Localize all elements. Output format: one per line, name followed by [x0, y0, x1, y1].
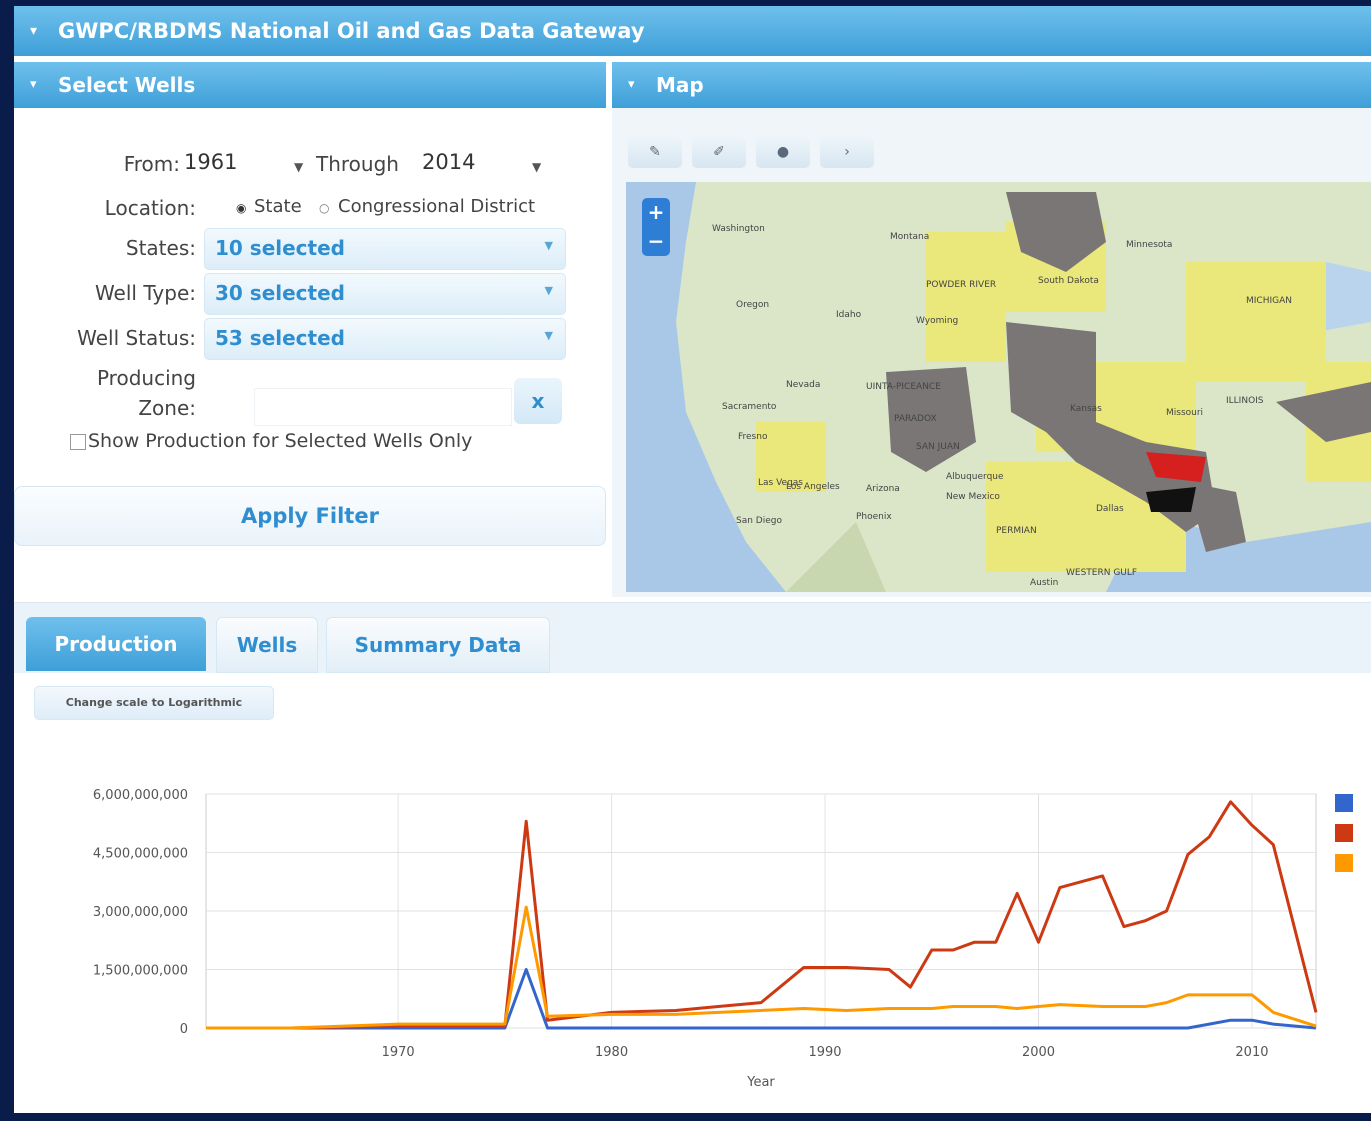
x-tick-label: 2000	[1022, 1045, 1055, 1060]
producing-zone-label: Producing	[96, 366, 196, 390]
select-wells-title: Select Wells	[58, 73, 196, 97]
map-label: Montana	[890, 232, 930, 242]
state-radio[interactable]: ◉	[236, 201, 246, 215]
from-label: From:	[123, 152, 180, 176]
map-label: PARADOX	[894, 414, 937, 424]
well-type-label: Well Type:	[94, 281, 196, 305]
x-tick-label: 1990	[808, 1045, 841, 1060]
state-radio-label: State	[254, 196, 302, 217]
map-canvas[interactable]: Washington Montana POWDER RIVER South Da…	[626, 182, 1371, 592]
map-label: Fresno	[738, 432, 768, 442]
map-title: Map	[656, 73, 704, 97]
arrow-icon[interactable]: ›	[820, 136, 874, 168]
results-tabs: Production Wells Summary Data	[14, 602, 1371, 673]
well-status-value: 53 selected	[215, 326, 345, 350]
producing-zone-label-2: Zone:	[138, 396, 196, 420]
map-label: Missouri	[1166, 408, 1204, 418]
map-label: POWDER RIVER	[926, 280, 997, 290]
app-titlebar[interactable]: ▾ GWPC/RBDMS National Oil and Gas Data G…	[14, 6, 1371, 56]
collapse-chevron-icon[interactable]: ▾	[30, 62, 37, 108]
y-tick-label: 6,000,000,000	[93, 788, 188, 803]
app-window: ▾ GWPC/RBDMS National Oil and Gas Data G…	[14, 6, 1371, 1113]
through-dropdown-icon[interactable]: ▼	[532, 160, 541, 174]
tab-wells[interactable]: Wells	[216, 617, 318, 673]
collapse-chevron-icon[interactable]: ▾	[628, 62, 635, 108]
map-label: Phoenix	[856, 512, 892, 522]
district-radio[interactable]: ○	[319, 201, 329, 215]
map-panel: ▾ Map ✎ ✐ ● › Washington Montana POWDER …	[612, 62, 1371, 597]
map-label: Wyoming	[916, 316, 959, 326]
map-label: MICHIGAN	[1246, 296, 1292, 306]
x-tick-label: 2010	[1235, 1045, 1268, 1060]
from-dropdown-icon[interactable]: ▼	[294, 160, 303, 174]
chevron-down-icon: ▼	[544, 239, 553, 252]
select-wells-panel: ▾ Select Wells From: 1961 ▼ Through 2014…	[14, 62, 606, 597]
map-label: Albuquerque	[946, 472, 1004, 482]
map-label: ILLINOIS	[1226, 396, 1264, 406]
select-wells-header[interactable]: ▾ Select Wells	[14, 62, 606, 108]
apply-filter-button[interactable]: Apply Filter	[14, 486, 606, 546]
dot-icon[interactable]: ●	[756, 136, 810, 168]
map-label: Austin	[1030, 578, 1059, 588]
y-tick-label: 1,500,000,000	[93, 964, 188, 979]
legend-swatch	[1335, 794, 1353, 812]
x-tick-label: 1980	[595, 1045, 628, 1060]
production-chart: 0 1,500,000,000 3,000,000,000 4,500,000,000…	[14, 736, 1371, 1113]
app-title: GWPC/RBDMS National Oil and Gas Data Gat…	[58, 19, 645, 43]
map-label: Oregon	[736, 300, 770, 310]
y-tick-label: 3,000,000,000	[93, 905, 188, 920]
map-label: Dallas	[1096, 504, 1124, 514]
map-label: Los Angeles	[786, 482, 840, 492]
map-label: Kansas	[1070, 404, 1102, 414]
map-label: Sacramento	[722, 402, 777, 412]
map-label: San Diego	[736, 516, 782, 526]
states-multiselect[interactable]: 10 selected ▼	[204, 228, 566, 270]
tab-summary-data[interactable]: Summary Data	[326, 617, 550, 673]
map-label: New Mexico	[946, 492, 1000, 502]
through-label: Through	[316, 152, 399, 176]
states-label: States:	[125, 236, 196, 260]
chevron-down-icon: ▼	[544, 284, 553, 297]
well-type-value: 30 selected	[215, 281, 345, 305]
map-label: Washington	[712, 224, 765, 234]
map-label: PERMIAN	[996, 526, 1037, 536]
map-label: WESTERN GULF	[1066, 568, 1138, 578]
pencil-icon[interactable]: ✐	[692, 136, 746, 168]
district-radio-label: Congressional District	[338, 196, 536, 217]
wrench-icon[interactable]: ✎	[628, 136, 682, 168]
map-label: Minnesota	[1126, 240, 1173, 250]
well-status-label: Well Status:	[77, 326, 196, 350]
from-select[interactable]: 1961	[184, 150, 237, 174]
well-type-multiselect[interactable]: 30 selected ▼	[204, 273, 566, 315]
well-status-multiselect[interactable]: 53 selected ▼	[204, 318, 566, 360]
states-value: 10 selected	[215, 236, 345, 260]
map-label: South Dakota	[1038, 276, 1099, 286]
map-label: SAN JUAN	[916, 442, 960, 452]
legend-swatch	[1335, 854, 1353, 872]
map-header[interactable]: ▾ Map	[612, 62, 1371, 108]
production-chart-svg: 0 1,500,000,000 3,000,000,000 4,500,000,000…	[93, 788, 1353, 1090]
x-axis-title: Year	[746, 1075, 775, 1090]
x-tick-label: 1970	[382, 1045, 415, 1060]
collapse-chevron-icon[interactable]: ▾	[30, 6, 37, 56]
map-label: Idaho	[836, 310, 862, 320]
map-label: Nevada	[786, 380, 821, 390]
zoom-out-button[interactable]: −	[642, 227, 670, 256]
zoom-in-button[interactable]: +	[642, 198, 670, 227]
map-label: Arizona	[866, 484, 900, 494]
producing-zone-input[interactable]	[254, 388, 512, 426]
legend-swatch	[1335, 824, 1353, 842]
show-production-checkbox[interactable]	[70, 434, 86, 450]
map-label: UINTA-PICEANCE	[866, 382, 941, 392]
show-production-label: Show Production for Selected Wells Only	[88, 430, 473, 452]
zoom-control: + −	[642, 198, 670, 256]
location-label: Location:	[104, 196, 196, 220]
through-select[interactable]: 2014	[422, 150, 475, 174]
tab-production[interactable]: Production	[26, 617, 206, 671]
chevron-down-icon: ▼	[544, 329, 553, 342]
y-tick-label: 0	[180, 1022, 188, 1037]
zone-clear-button[interactable]: x	[514, 378, 562, 424]
y-tick-label: 4,500,000,000	[93, 847, 188, 862]
log-scale-button[interactable]: Change scale to Logarithmic	[34, 686, 274, 720]
